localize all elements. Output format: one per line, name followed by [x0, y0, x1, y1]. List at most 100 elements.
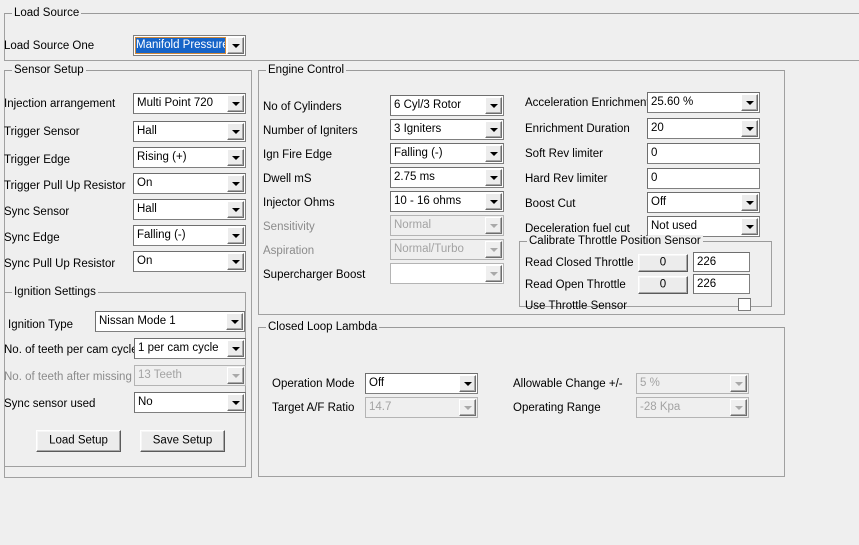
- combo-teeth-after-missing[interactable]: 13 Teeth: [134, 365, 246, 386]
- read-open-throttle-button-label: 0: [659, 278, 667, 291]
- label-ignition-type: Ignition Type: [8, 319, 74, 331]
- combo-sensitivity[interactable]: Normal: [390, 215, 504, 236]
- combo-supercharger-boost[interactable]: [390, 263, 504, 284]
- checkbox-use-throttle-sensor[interactable]: [738, 298, 751, 311]
- combo-number-of-igniters[interactable]: 3 Igniters: [390, 119, 504, 140]
- chevron-down-icon[interactable]: [485, 169, 502, 186]
- combo-target-af-ratio[interactable]: 14.7: [365, 397, 478, 418]
- chevron-down-icon[interactable]: [485, 241, 502, 258]
- label-acceleration-enrichment: Acceleration Enrichment: [525, 97, 650, 109]
- combo-sync-edge-value: Falling (-): [137, 229, 186, 241]
- combo-allowable-change[interactable]: 5 %: [636, 373, 749, 394]
- combo-operation-mode[interactable]: Off: [365, 373, 478, 394]
- label-allowable-change: Allowable Change +/-: [513, 378, 623, 390]
- combo-boost-cut[interactable]: Off: [647, 192, 760, 213]
- read-closed-throttle-button-label: 0: [659, 256, 667, 269]
- input-closed-throttle-value[interactable]: 226: [693, 252, 750, 272]
- load-setup-button[interactable]: Load Setup: [36, 430, 121, 452]
- chevron-down-icon[interactable]: [227, 253, 244, 270]
- combo-injector-ohms[interactable]: 10 - 16 ohms: [390, 191, 504, 212]
- label-aspiration: Aspiration: [263, 245, 315, 257]
- chevron-down-icon[interactable]: [227, 227, 244, 244]
- save-setup-button[interactable]: Save Setup: [140, 430, 225, 452]
- group-sensor-setup-title: Sensor Setup: [12, 64, 86, 77]
- combo-enrichment-duration[interactable]: 20: [647, 118, 760, 139]
- chevron-down-icon[interactable]: [741, 194, 758, 211]
- combo-load-source-one[interactable]: Manifold Pressure: [133, 35, 246, 56]
- combo-dwell-ms[interactable]: 2.75 ms: [390, 167, 504, 188]
- chevron-down-icon[interactable]: [227, 394, 244, 411]
- chevron-down-icon[interactable]: [485, 97, 502, 114]
- group-engine-control-title: Engine Control: [266, 64, 347, 77]
- combo-no-of-cylinders[interactable]: 6 Cyl/3 Rotor: [390, 95, 504, 116]
- combo-ign-fire-edge[interactable]: Falling (-): [390, 143, 504, 164]
- chevron-down-icon[interactable]: [227, 95, 244, 112]
- label-supercharger-boost: Supercharger Boost: [263, 269, 366, 281]
- chevron-down-icon[interactable]: [227, 367, 244, 384]
- read-closed-throttle-button[interactable]: 0: [638, 254, 688, 272]
- input-open-throttle-value[interactable]: 226: [693, 274, 750, 294]
- chevron-down-icon[interactable]: [459, 375, 476, 392]
- chevron-down-icon[interactable]: [226, 313, 243, 330]
- label-trigger-pull-up-resistor: Trigger Pull Up Resistor: [4, 180, 126, 192]
- combo-sync-sensor-used-value: No: [138, 396, 153, 408]
- label-ign-fire-edge: Ign Fire Edge: [263, 149, 333, 161]
- chevron-down-icon[interactable]: [485, 121, 502, 138]
- input-soft-rev-limiter[interactable]: 0: [647, 143, 760, 164]
- combo-trigger-edge[interactable]: Rising (+): [133, 147, 246, 168]
- label-trigger-sensor: Trigger Sensor: [4, 126, 80, 138]
- combo-sync-sensor-used[interactable]: No: [134, 392, 246, 413]
- combo-trigger-pull-up-resistor[interactable]: On: [133, 173, 246, 194]
- combo-trigger-sensor[interactable]: Hall: [133, 121, 246, 142]
- combo-injection-arrangement[interactable]: Multi Point 720: [133, 93, 246, 114]
- chevron-down-icon[interactable]: [741, 218, 758, 235]
- chevron-down-icon[interactable]: [730, 399, 747, 416]
- label-use-throttle-sensor: Use Throttle Sensor: [525, 300, 628, 312]
- combo-deceleration-fuel-cut[interactable]: Not used: [647, 216, 760, 237]
- label-operation-mode: Operation Mode: [272, 378, 355, 390]
- combo-aspiration[interactable]: Normal/Turbo: [390, 239, 504, 260]
- combo-operating-range[interactable]: -28 Kpa: [636, 397, 749, 418]
- input-hard-rev-limiter-value: 0: [651, 172, 658, 184]
- combo-sync-pull-up-resistor[interactable]: On: [133, 251, 246, 272]
- chevron-down-icon[interactable]: [459, 399, 476, 416]
- label-soft-rev-limiter: Soft Rev limiter: [525, 148, 603, 160]
- combo-deceleration-fuel-cut-value: Not used: [651, 220, 698, 232]
- chevron-down-icon[interactable]: [227, 149, 244, 166]
- combo-trigger-sensor-value: Hall: [137, 125, 157, 137]
- combo-acceleration-enrichment-value: 25.60 %: [651, 96, 694, 108]
- combo-teeth-per-cam-cycle[interactable]: 1 per cam cycle: [134, 338, 246, 359]
- combo-enrichment-duration-value: 20: [651, 122, 664, 134]
- combo-trigger-edge-value: Rising (+): [137, 151, 187, 163]
- chevron-down-icon[interactable]: [227, 123, 244, 140]
- chevron-down-icon[interactable]: [485, 193, 502, 210]
- combo-load-source-one-value: Manifold Pressure: [135, 37, 226, 54]
- label-operating-range: Operating Range: [513, 402, 601, 414]
- combo-operation-mode-value: Off: [369, 377, 385, 389]
- chevron-down-icon[interactable]: [730, 375, 747, 392]
- chevron-down-icon[interactable]: [741, 120, 758, 137]
- chevron-down-icon[interactable]: [227, 37, 244, 54]
- combo-ignition-type[interactable]: Nissan Mode 1: [95, 311, 245, 332]
- chevron-down-icon[interactable]: [227, 340, 244, 357]
- read-open-throttle-button[interactable]: 0: [638, 276, 688, 294]
- chevron-down-icon[interactable]: [227, 175, 244, 192]
- chevron-down-icon[interactable]: [227, 201, 244, 218]
- combo-sync-sensor[interactable]: Hall: [133, 199, 246, 220]
- combo-injection-arrangement-value: Multi Point 720: [137, 97, 214, 109]
- label-sync-edge: Sync Edge: [4, 232, 60, 244]
- chevron-down-icon[interactable]: [485, 217, 502, 234]
- chevron-down-icon[interactable]: [485, 265, 502, 282]
- save-setup-button-label: Save Setup: [152, 434, 213, 447]
- label-injector-ohms: Injector Ohms: [263, 197, 335, 209]
- chevron-down-icon[interactable]: [741, 94, 758, 111]
- chevron-down-icon[interactable]: [485, 145, 502, 162]
- label-load-source-one: Load Source One: [4, 40, 95, 52]
- label-sync-pull-up-resistor: Sync Pull Up Resistor: [4, 258, 116, 270]
- combo-acceleration-enrichment[interactable]: 25.60 %: [647, 92, 760, 113]
- input-hard-rev-limiter[interactable]: 0: [647, 168, 760, 189]
- combo-allowable-change-value: 5 %: [640, 377, 660, 389]
- load-setup-button-label: Load Setup: [49, 434, 108, 447]
- label-read-closed-throttle: Read Closed Throttle: [525, 257, 634, 269]
- combo-sync-edge[interactable]: Falling (-): [133, 225, 246, 246]
